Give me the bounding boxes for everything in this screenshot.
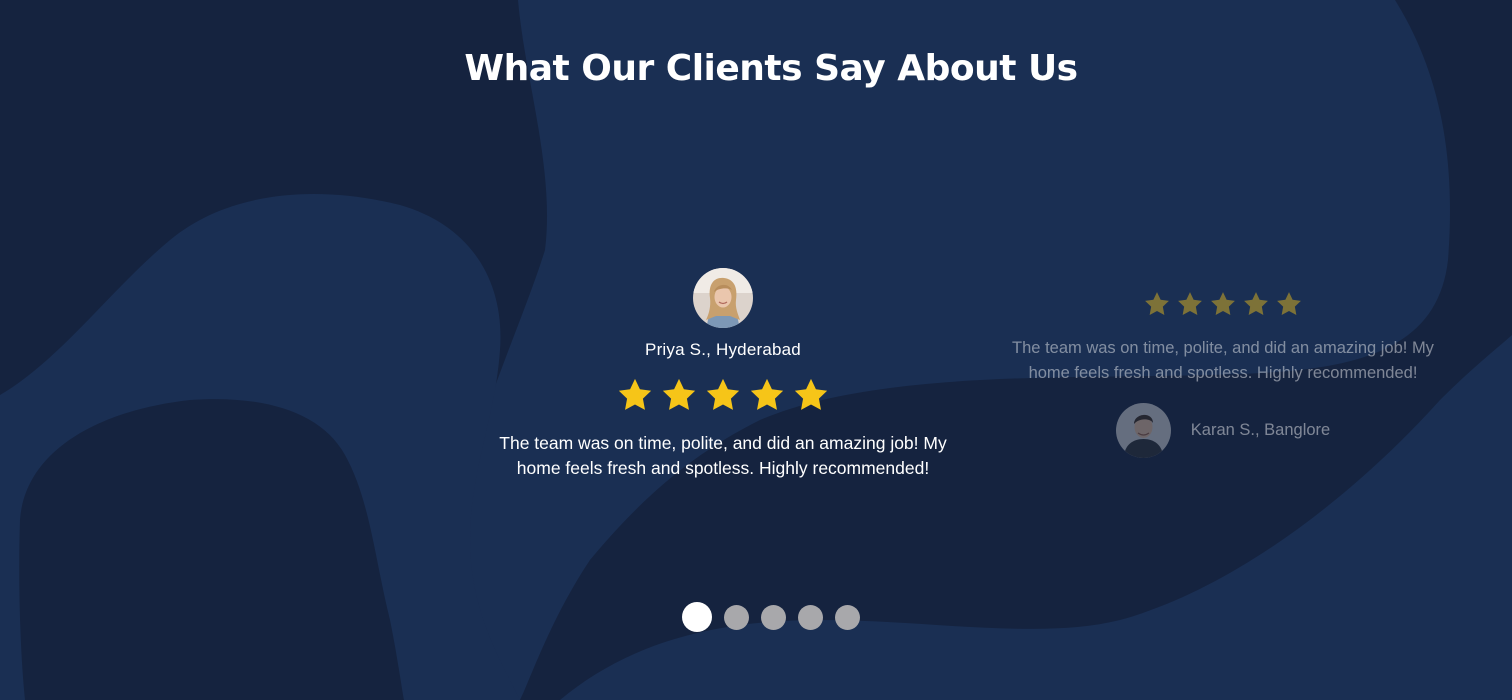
carousel-dot-3[interactable] bbox=[761, 604, 786, 630]
star-icon bbox=[662, 378, 696, 410]
star-icon bbox=[706, 378, 740, 410]
star-icon bbox=[1178, 292, 1202, 315]
carousel-pagination bbox=[0, 602, 1512, 632]
star-icon bbox=[1277, 292, 1301, 315]
review-text: The team was on time, polite, and did an… bbox=[499, 433, 947, 478]
star-icon bbox=[750, 378, 784, 410]
star-icon bbox=[618, 378, 652, 410]
user-avatar-man-icon bbox=[1115, 403, 1171, 458]
star-rating bbox=[1003, 290, 1443, 318]
section-title: What Our Clients Say About Us bbox=[464, 48, 1078, 89]
user-avatar-woman-icon bbox=[693, 268, 753, 328]
testimonial-card-active: Priya S., Hyderabad The team was on time… bbox=[473, 268, 973, 481]
star-icon bbox=[794, 378, 828, 410]
avatar bbox=[1115, 403, 1171, 458]
star-rating bbox=[473, 376, 973, 414]
carousel-dot-2[interactable] bbox=[724, 604, 749, 630]
reviewer-name: Karan S., Banglore bbox=[1190, 421, 1331, 439]
star-icon bbox=[1145, 292, 1169, 315]
star-icon bbox=[1211, 292, 1235, 315]
testimonial-card-next[interactable]: The team was on time, polite, and did an… bbox=[1003, 290, 1443, 458]
reviewer: Karan S., Banglore bbox=[1003, 403, 1443, 458]
reviewer-name: Priya S., Hyderabad bbox=[645, 340, 801, 359]
carousel-dot-4[interactable] bbox=[798, 604, 823, 630]
star-icon bbox=[1244, 292, 1268, 315]
carousel-dot-1[interactable] bbox=[682, 602, 712, 632]
avatar bbox=[693, 268, 753, 328]
review-text: The team was on time, polite, and did an… bbox=[1012, 339, 1434, 382]
carousel-dot-5[interactable] bbox=[835, 604, 860, 630]
